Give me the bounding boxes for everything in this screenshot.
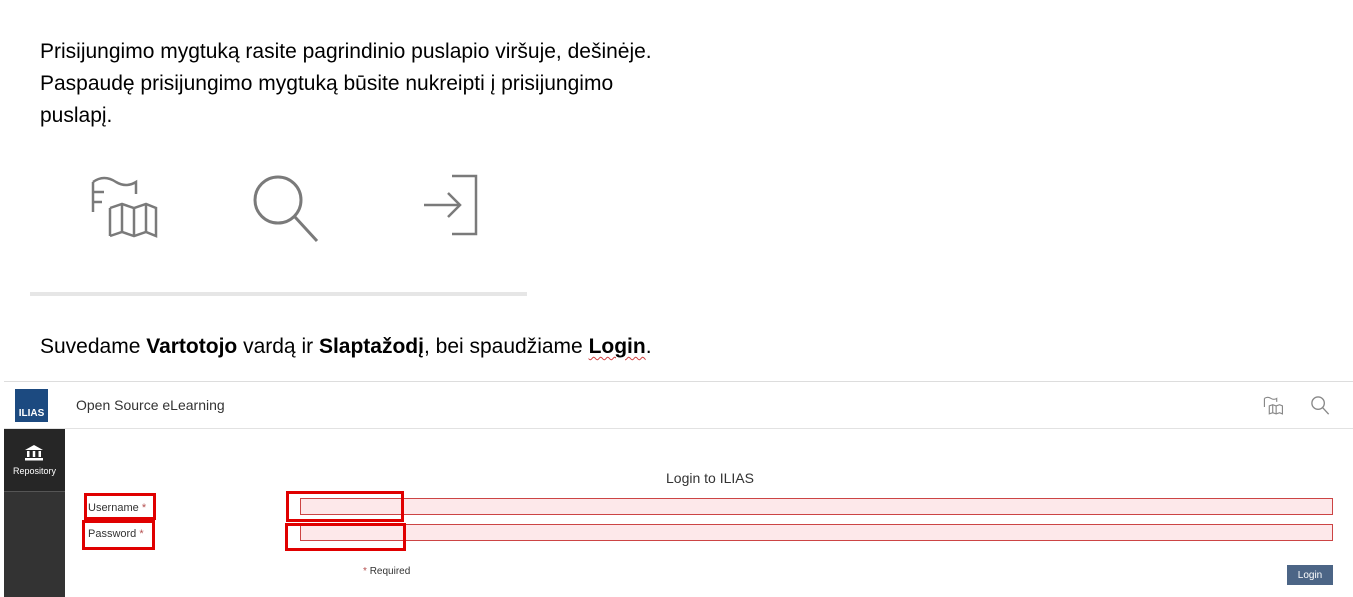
step-text: Suvedame Vartotojo vardą ir Slaptažodį, … (40, 332, 652, 362)
step-password-term: Slaptažodį (318, 335, 424, 358)
ilias-login-screenshot: ILIAS Open Source eLearning Repository L… (4, 381, 1353, 597)
login-title: Login to ILIAS (666, 470, 754, 486)
password-input-highlight (285, 523, 406, 551)
step-prefix: Suvedame (40, 335, 147, 358)
header-icons-zoom (80, 170, 500, 250)
username-input[interactable] (300, 498, 1333, 515)
map-icon[interactable] (88, 170, 158, 245)
required-text: Required (369, 566, 411, 577)
search-icon[interactable] (250, 170, 320, 249)
required-note: * Required (363, 566, 410, 577)
map-icon[interactable] (1263, 395, 1283, 420)
ilias-sidebar: Repository (4, 429, 65, 597)
username-label-highlight (84, 493, 156, 520)
site-title: Open Source eLearning (76, 397, 225, 413)
sidebar-item-repository[interactable]: Repository (4, 429, 65, 492)
step-suffix: . (645, 335, 652, 358)
sidebar-item-label: Repository (12, 466, 57, 476)
username-input-highlight (286, 491, 404, 522)
password-label-highlight (82, 520, 155, 550)
search-icon[interactable] (1310, 395, 1330, 420)
login-button[interactable]: Login (1287, 565, 1333, 585)
password-input[interactable] (300, 524, 1333, 541)
step-login-term: Login (588, 335, 646, 358)
divider (30, 292, 527, 296)
login-icon[interactable] (420, 170, 484, 245)
ilias-logo[interactable]: ILIAS (15, 389, 48, 422)
step-username-term: Vartotojo (146, 335, 238, 358)
step-mid1: vardą ir (237, 335, 319, 358)
step-mid2: , bei spaudžiame (423, 335, 589, 358)
required-star: * (363, 566, 367, 577)
repository-icon (25, 445, 43, 466)
ilias-topbar: ILIAS Open Source eLearning (4, 382, 1353, 429)
intro-text: Prisijungimo mygtuką rasite pagrindinio … (40, 40, 652, 127)
